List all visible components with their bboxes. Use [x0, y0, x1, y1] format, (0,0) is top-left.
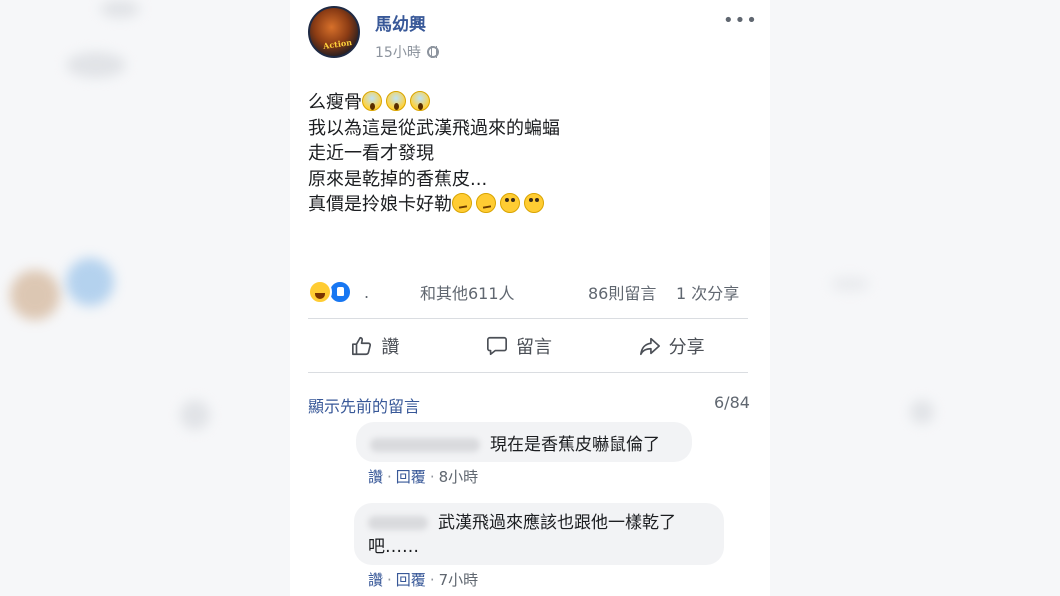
action-bar: 讚 留言 分享: [308, 324, 748, 368]
facebook-post: Action 馬幼興 15小時 ••• 么瘦骨 我以為這是從武漢飛過來的蝙蝠 走…: [296, 0, 766, 596]
comment-reply-link[interactable]: 回覆: [396, 571, 426, 589]
comment-actions: 讚 · 回覆 · 8小時: [368, 466, 478, 487]
reaction-dot: .: [364, 282, 370, 302]
comment-time[interactable]: 8小時: [439, 468, 479, 486]
comment-bubble: 現在是香蕉皮嚇鼠倫了: [356, 422, 692, 462]
share-arrow-icon: [639, 337, 660, 356]
globe-icon[interactable]: [426, 46, 439, 58]
separator: ·: [387, 468, 392, 486]
post-line-1: 么瘦骨: [308, 90, 560, 116]
comment-like-link[interactable]: 讚: [368, 468, 383, 486]
comment-text-continued: 吧……: [368, 537, 419, 557]
unamused-face-icon: [452, 193, 472, 213]
comment-button[interactable]: 留言: [486, 333, 552, 359]
share-count[interactable]: 1 次分享: [676, 280, 739, 304]
blurred-commenter-name[interactable]: [368, 516, 428, 530]
post-line-5: 真價是拎娘卡好勒: [308, 192, 560, 218]
screaming-face-icon: [362, 91, 382, 111]
comment-button-label: 留言: [515, 337, 552, 358]
more-options-icon[interactable]: •••: [723, 10, 758, 31]
comment-time[interactable]: 7小時: [439, 571, 479, 589]
thumbs-up-icon: [352, 336, 372, 356]
separator: ·: [429, 571, 435, 589]
post-body: 么瘦骨 我以為這是從武漢飛過來的蝙蝠 走近一看才發現 原來是乾掉的香蕉皮... …: [308, 90, 560, 218]
post-author[interactable]: 馬幼興: [375, 10, 426, 35]
comment-like-link[interactable]: 讚: [368, 571, 383, 589]
post-line-2: 我以為這是從武漢飛過來的蝙蝠: [308, 117, 560, 139]
divider: [308, 372, 748, 373]
post-line-text: 么瘦骨: [308, 92, 362, 113]
like-button[interactable]: 讚: [351, 333, 399, 359]
reaction-count[interactable]: 和其他611人: [420, 280, 515, 304]
comment-bubble: 武漢飛過來應該也跟他一樣乾了 吧……: [354, 503, 724, 565]
comment-page-count: 6/84: [714, 393, 750, 412]
comment-reply-link[interactable]: 回覆: [396, 468, 426, 486]
blurred-commenter-name[interactable]: [370, 438, 480, 452]
post-time[interactable]: 15小時: [375, 42, 421, 62]
comment-actions: 讚 · 回覆 · 7小時: [368, 569, 478, 590]
reaction-bar: . 和其他611人 86則留言 1 次分享: [308, 278, 754, 306]
avatar[interactable]: Action: [308, 6, 360, 58]
like-button-label: 讚: [381, 337, 400, 358]
screaming-face-icon: [386, 91, 406, 111]
comment-line-1: 武漢飛過來應該也跟他一樣乾了: [368, 511, 710, 535]
share-button-label: 分享: [668, 337, 705, 358]
blurred-background-right: [770, 0, 1060, 596]
comment-icon: [486, 336, 507, 356]
show-previous-comments-link[interactable]: 顯示先前的留言: [308, 393, 420, 417]
separator: ·: [429, 468, 435, 486]
comment-text: 現在是香蕉皮嚇鼠倫了: [490, 435, 660, 455]
post-meta: 15小時: [375, 42, 439, 62]
post-line-text: 真價是拎娘卡好勒: [308, 194, 452, 215]
post-line-3: 走近一看才發現: [308, 143, 434, 164]
separator: ·: [387, 571, 392, 589]
haha-reaction-icon[interactable]: [308, 280, 332, 304]
unamused-face-icon: [476, 193, 496, 213]
comment-text: 武漢飛過來應該也跟他一樣乾了: [438, 513, 676, 533]
blurred-background-left: [0, 0, 290, 596]
eye-roll-face-icon: [500, 193, 520, 213]
post-line-4: 原來是乾掉的香蕉皮...: [308, 168, 488, 190]
avatar-text: Action: [322, 37, 353, 51]
eye-roll-face-icon: [524, 193, 544, 213]
screaming-face-icon: [410, 91, 430, 111]
comment-count[interactable]: 86則留言: [588, 280, 656, 304]
divider: [308, 318, 748, 319]
share-button[interactable]: 分享: [639, 333, 705, 359]
